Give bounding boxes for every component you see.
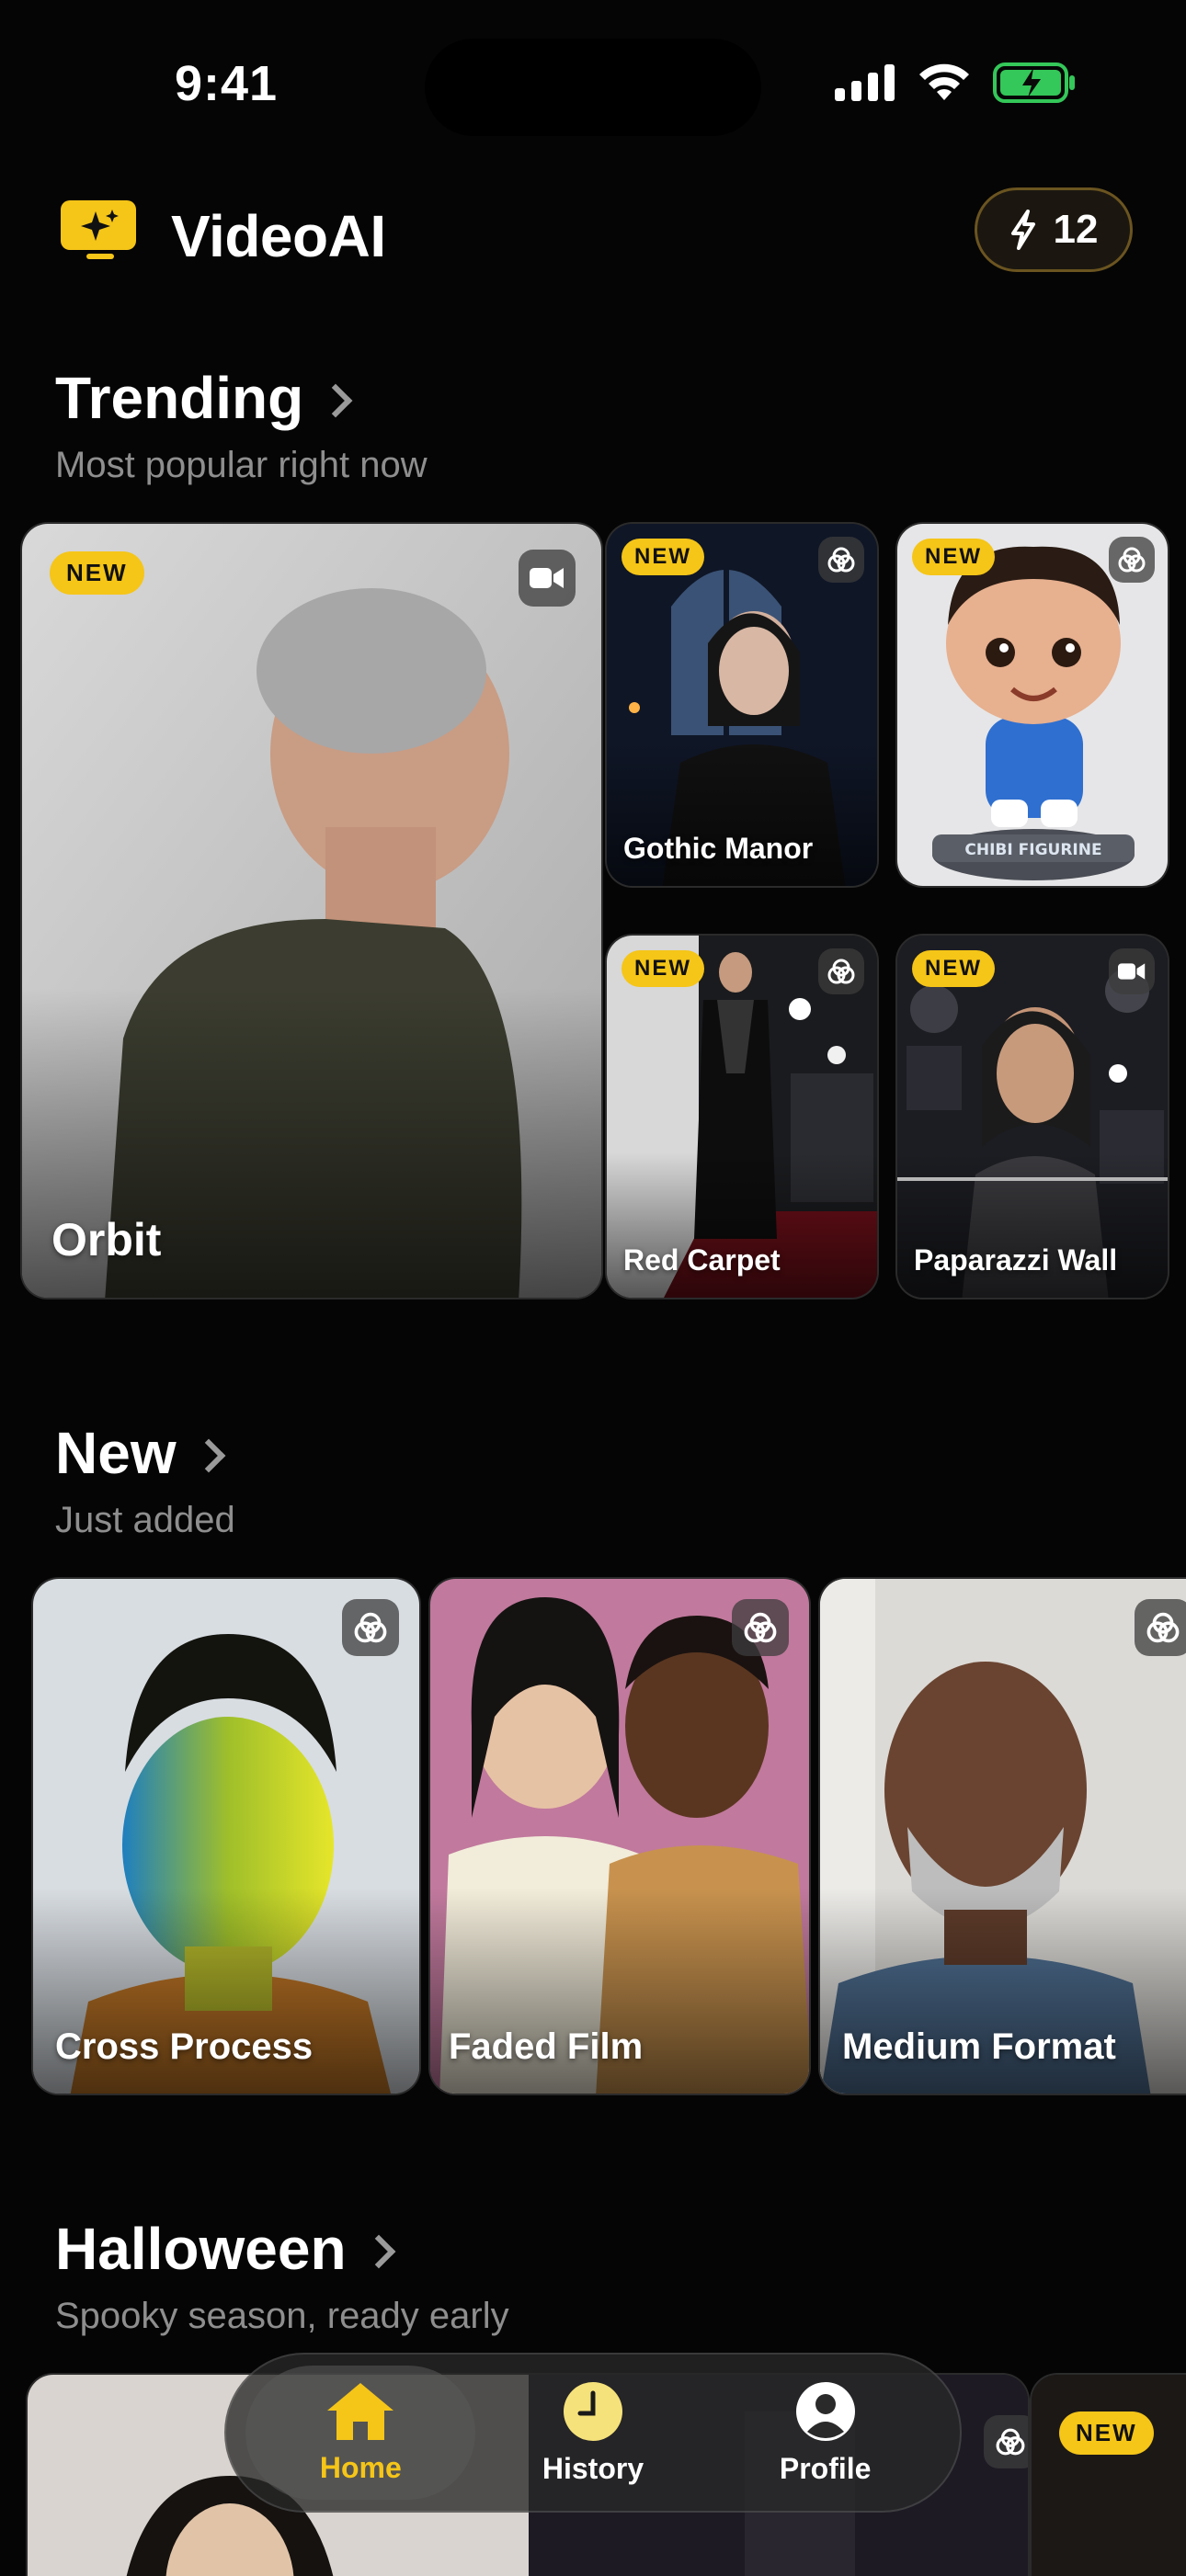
dynamic-island [425, 39, 761, 136]
section-subtitle: Spooky season, ready early [55, 2296, 509, 2336]
credits-button[interactable]: 12 [975, 187, 1133, 272]
figurine-caption: CHIBI FIGURINE [964, 841, 1101, 859]
section-subtitle: Most popular right now [55, 445, 428, 485]
card-image [1032, 2375, 1186, 2576]
credits-count: 12 [1053, 207, 1099, 252]
style-card-halloween-partial[interactable]: NEW [1030, 2373, 1186, 2576]
tab-profile[interactable]: Profile [711, 2366, 941, 2500]
bottom-tab-bar: Home History Profile [224, 2353, 962, 2513]
status-time: 9:41 [175, 56, 279, 111]
new-badge: NEW [1059, 2411, 1154, 2455]
card-label: Gothic Manor [623, 832, 814, 865]
new-badge: NEW [622, 539, 704, 575]
style-card-cross-process[interactable]: Cross Process [31, 1577, 421, 2095]
card-label: Cross Process [55, 2026, 314, 2067]
new-badge: NEW [622, 950, 704, 987]
style-card-red-carpet[interactable]: NEW Red Carpet [605, 934, 879, 1299]
video-icon [1109, 948, 1155, 994]
trending-section-header[interactable]: Trending Most popular right now [55, 364, 428, 486]
card-label: Red Carpet [623, 1243, 781, 1277]
app-logo-icon [61, 200, 136, 259]
photo-style-icon [818, 948, 864, 994]
tab-label: History [542, 2451, 644, 2485]
tab-label: Home [319, 2450, 402, 2484]
status-icons [835, 62, 1076, 103]
tab-home[interactable]: Home [245, 2366, 476, 2500]
home-icon [327, 2382, 394, 2440]
chevron-right-icon [361, 2234, 395, 2269]
photo-style-icon [1109, 537, 1155, 583]
new-section-header[interactable]: New Just added [55, 1419, 235, 1541]
video-icon [519, 550, 576, 607]
battery-charging-icon [993, 62, 1075, 103]
style-card-medium-format[interactable]: Medium Format [818, 1577, 1186, 2095]
style-card-gothic-manor[interactable]: NEW Gothic Manor [605, 522, 879, 888]
new-badge: NEW [50, 551, 144, 595]
section-title-trending[interactable]: Trending [55, 364, 428, 432]
new-badge: NEW [912, 539, 995, 575]
status-bar: 9:41 [0, 0, 1186, 165]
style-card-orbit[interactable]: NEW Orbit [20, 522, 603, 1299]
section-subtitle: Just added [55, 1500, 235, 1540]
chevron-right-icon [318, 383, 353, 418]
chevron-right-icon [191, 1438, 225, 1473]
tab-history[interactable]: History [478, 2366, 708, 2500]
style-card-paparazzi-wall[interactable]: NEW Paparazzi Wall [895, 934, 1169, 1299]
section-title-text: Trending [55, 365, 304, 431]
style-card-faded-film[interactable]: Faded Film [428, 1577, 811, 2095]
photo-style-icon [342, 1599, 399, 1656]
app-title: VideoAI [171, 203, 386, 269]
style-card-chibi-figurine[interactable]: CHIBI FIGURINE NEW [895, 522, 1169, 888]
section-title-new[interactable]: New [55, 1419, 235, 1487]
card-label: Orbit [51, 1214, 162, 1265]
photo-style-icon [818, 537, 864, 583]
lightning-icon [1010, 210, 1035, 250]
wifi-icon [919, 63, 969, 100]
profile-icon [795, 2381, 855, 2441]
card-label: Faded Film [449, 2026, 644, 2067]
section-title-text: New [55, 1420, 177, 1486]
halloween-section-header[interactable]: Halloween Spooky season, ready early [55, 2215, 509, 2337]
app-header: VideoAI 12 [0, 184, 1186, 285]
cellular-signal-icon [835, 64, 895, 101]
card-label: Medium Format [842, 2026, 1116, 2067]
section-title-halloween[interactable]: Halloween [55, 2215, 509, 2283]
clock-icon [563, 2381, 622, 2441]
section-title-text: Halloween [55, 2216, 347, 2282]
photo-style-icon [984, 2415, 1028, 2468]
new-badge: NEW [912, 950, 995, 987]
card-label: Paparazzi Wall [914, 1243, 1118, 1277]
photo-style-icon [732, 1599, 789, 1656]
tab-label: Profile [779, 2451, 872, 2485]
photo-style-icon [1135, 1599, 1186, 1656]
